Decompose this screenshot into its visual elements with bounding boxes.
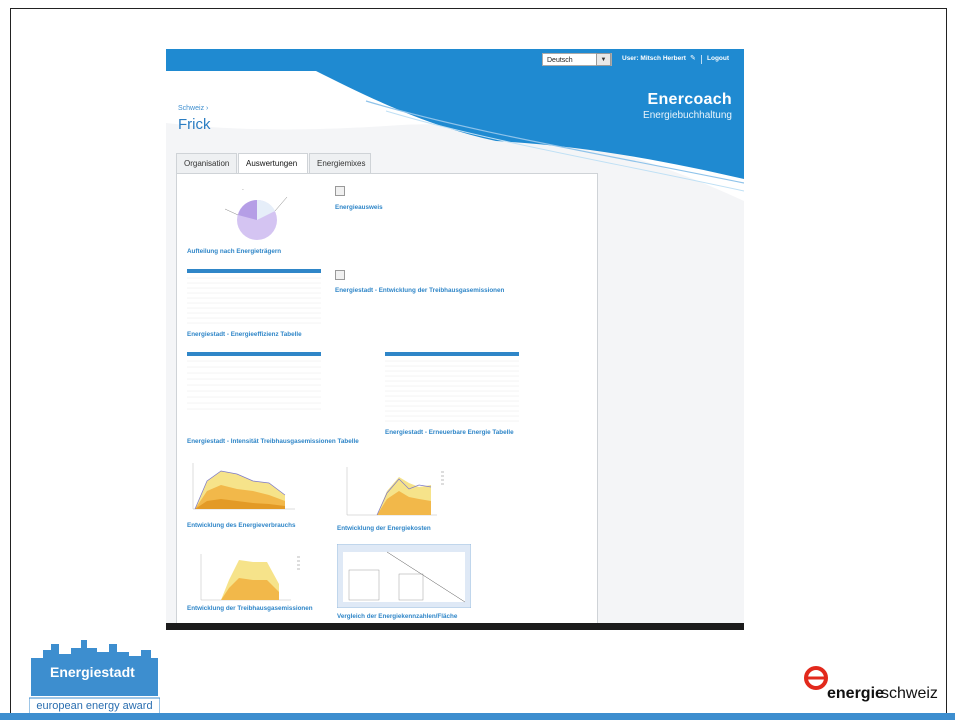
broken-image-icon	[335, 270, 345, 280]
user-label: User: Mitsch Herbert	[622, 55, 686, 62]
pie-chart-thumbnail[interactable]: ~	[207, 187, 307, 249]
table-thumbnail[interactable]	[385, 352, 519, 424]
taskbar	[166, 623, 744, 630]
reports-panel: ~ Aufteilung nach Energieträgern Energie…	[176, 173, 598, 630]
table-thumbnail[interactable]	[187, 352, 321, 414]
report-link[interactable]: Entwicklung der Treibhausgasemissionen	[187, 605, 313, 612]
area-chart-thumbnail[interactable]	[187, 459, 297, 514]
report-link[interactable]: Entwicklung der Energiekosten	[337, 525, 431, 532]
edit-pencil-icon[interactable]: ✎	[690, 54, 696, 62]
report-link[interactable]: Aufteilung nach Energieträgern	[187, 248, 281, 255]
bottom-accent-bar	[0, 713, 955, 720]
energiestadt-logo-text: Energiestadt	[50, 664, 135, 680]
report-link[interactable]: Energiestadt - Erneuerbare Energie Tabel…	[385, 429, 514, 436]
report-link[interactable]: Energieausweis	[335, 204, 383, 211]
chevron-down-icon[interactable]: ▼	[596, 53, 611, 66]
tab-energiemixes[interactable]: Energiemixes	[309, 153, 371, 173]
energieschweiz-logo-text-bold: energie	[827, 685, 884, 702]
tab-auswertungen[interactable]: Auswertungen	[238, 153, 308, 175]
report-link[interactable]: Vergleich der Energiekennzahlen/Fläche	[337, 613, 457, 620]
brand-title: Enercoach	[647, 91, 732, 108]
report-link[interactable]: Entwicklung des Energieverbrauchs	[187, 522, 295, 529]
brand-subtitle: Energiebuchhaltung	[643, 110, 732, 121]
broken-image-icon	[335, 186, 345, 196]
report-link[interactable]: Energiestadt - Energieeffizienz Tabelle	[187, 331, 302, 338]
divider	[701, 55, 702, 64]
tab-organisation[interactable]: Organisation	[176, 153, 237, 173]
breadcrumb[interactable]: Schweiz ›	[178, 105, 208, 112]
table-thumbnail[interactable]	[187, 269, 321, 327]
energieschweiz-logo-text-regular: schweiz	[881, 685, 938, 702]
top-bar: Deutsch ▼ User: Mitsch Herbert ✎ Logout	[166, 49, 744, 71]
logout-link[interactable]: Logout	[707, 55, 729, 62]
area-chart-thumbnail[interactable]	[187, 544, 317, 604]
comparison-chart-thumbnail[interactable]	[337, 544, 471, 608]
report-link[interactable]: Energiestadt - Entwicklung der Treibhaus…	[335, 287, 504, 294]
enercoach-app-screenshot: Deutsch ▼ User: Mitsch Herbert ✎ Logout …	[166, 49, 744, 630]
report-link[interactable]: Energiestadt - Intensität Treibhausgasem…	[187, 438, 359, 445]
svg-text:~: ~	[242, 187, 244, 191]
eea-logo-text: european energy award	[36, 700, 153, 712]
page-title: Frick	[178, 116, 211, 133]
area-chart-thumbnail[interactable]	[337, 463, 467, 521]
